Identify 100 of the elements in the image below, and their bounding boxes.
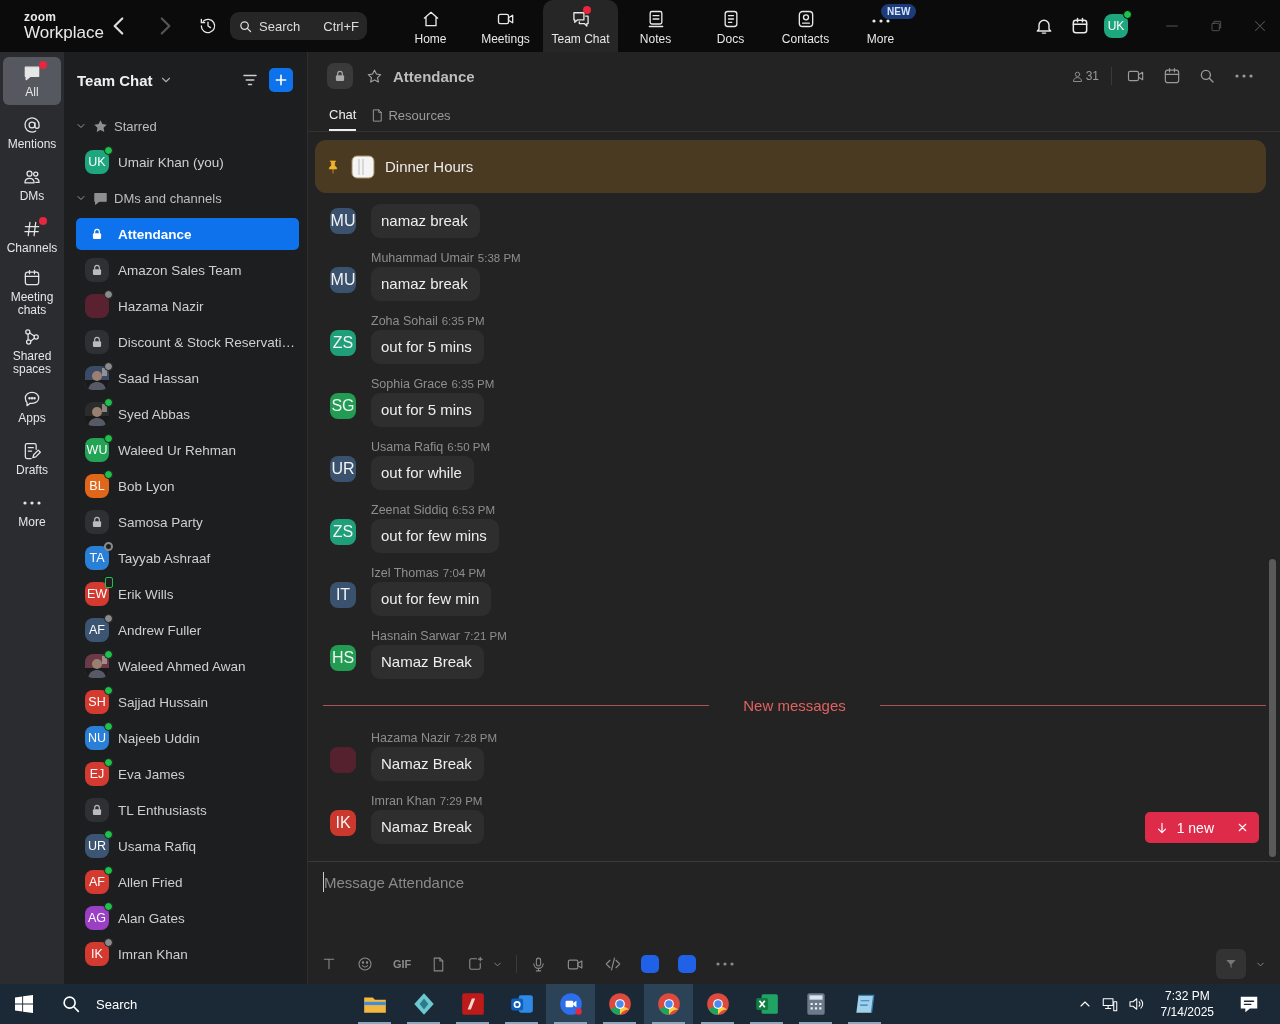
rail-tab[interactable]: All [3, 57, 61, 105]
send-button[interactable] [1216, 949, 1246, 979]
gif-button[interactable]: GIF [393, 958, 412, 970]
spreadsheet-icon[interactable] [753, 991, 780, 1017]
chat-list-item[interactable]: UK Umair Khan (you) [76, 146, 299, 178]
sender-name[interactable]: Hasnain Sarwar [371, 629, 460, 643]
pinned-message[interactable]: Dinner Hours [385, 158, 474, 175]
chat-list-item[interactable]: AF Allen Fried [76, 866, 299, 898]
message-bubble: out for few mins [371, 519, 499, 553]
more-icon[interactable] [715, 962, 736, 966]
sender-name[interactable]: Izel Thomas [371, 566, 439, 580]
section-header[interactable]: Starred [114, 118, 157, 134]
rail-tab[interactable]: Meeting chats [3, 265, 61, 320]
avatar[interactable]: MU [330, 267, 356, 293]
chat-list-item[interactable]: TA Tayyab Ashraaf [76, 542, 299, 574]
member-count[interactable]: 31 [1070, 67, 1112, 85]
chat-list-item[interactable]: EJ Eva James [76, 758, 299, 790]
rail-tab[interactable]: DMs [3, 161, 61, 209]
nav-tab[interactable]: Notes [618, 0, 693, 52]
video-app-icon[interactable] [557, 991, 584, 1017]
browser-icon[interactable] [606, 991, 633, 1017]
avatar[interactable]: IT [330, 582, 356, 608]
sender-name[interactable]: Imran Khan [371, 794, 436, 808]
nav-tab[interactable]: Home [393, 0, 468, 52]
chat-list-item[interactable]: Amazon Sales Team [76, 254, 299, 286]
chat-list-item[interactable]: Saad Hassan [76, 362, 299, 394]
calendar-icon[interactable] [1070, 16, 1090, 36]
more-icon[interactable] [1234, 74, 1254, 78]
calendar-icon[interactable] [1162, 66, 1182, 86]
chat-list-item[interactable]: AF Andrew Fuller [76, 614, 299, 646]
sender-name[interactable]: Usama Rafiq [371, 440, 444, 454]
taskbar-search[interactable]: Search [48, 984, 338, 1024]
channel-title: Attendance [393, 67, 475, 85]
chat-list-item[interactable]: TL Enthusiasts [76, 794, 299, 826]
chat-tab[interactable]: Chat [329, 100, 357, 131]
chat-list-item[interactable]: UR Usama Rafiq [76, 830, 299, 862]
plus-icon [273, 72, 289, 88]
volume-icon[interactable] [1126, 995, 1145, 1013]
search-field[interactable]: Search Ctrl+F [230, 12, 367, 40]
nav-tab[interactable]: NEW More [843, 0, 918, 52]
message-input[interactable]: Message Attendance [323, 872, 924, 892]
rail-tab[interactable]: Drafts [3, 435, 61, 483]
history-icon[interactable] [198, 16, 218, 36]
nav-tab[interactable]: Meetings [468, 0, 543, 52]
sender-name[interactable]: Zoha Sohail [371, 314, 438, 328]
windows-start-button[interactable] [15, 995, 33, 1013]
rail-tab[interactable]: Shared spaces [3, 324, 61, 379]
network-icon[interactable] [1100, 995, 1119, 1013]
star-icon[interactable] [366, 67, 383, 85]
rail-tab[interactable]: Channels [3, 213, 61, 261]
rail-tab[interactable]: More [3, 487, 61, 535]
new-chat-button[interactable] [269, 68, 293, 92]
chat-list-item[interactable]: WU Waleed Ur Rehman [76, 434, 299, 466]
close-icon[interactable] [1236, 821, 1249, 834]
search-icon [60, 993, 82, 1015]
at-sign-icon [22, 115, 42, 135]
nav-tab[interactable]: Contacts [768, 0, 843, 52]
section-header[interactable]: DMs and channels [114, 190, 222, 206]
chat-list-item[interactable]: SH Sajjad Hussain [76, 686, 299, 718]
browser-icon[interactable] [704, 991, 731, 1017]
nav-tab[interactable]: Docs [693, 0, 768, 52]
chat-list-item[interactable]: Discount & Stock Reservati… [76, 326, 299, 358]
code-snippet-icon[interactable] [604, 955, 623, 973]
chat-list-item[interactable]: BL Bob Lyon [76, 470, 299, 502]
chat-list-item[interactable]: Attendance [76, 218, 299, 250]
emoji-icon[interactable] [356, 955, 374, 973]
sender-name[interactable]: Muhammad Umair [371, 251, 474, 265]
chat-list-item[interactable]: NU Najeeb Uddin [76, 722, 299, 754]
message-bubble: Namaz Break [371, 810, 484, 844]
search-icon[interactable] [1198, 67, 1216, 85]
sidebar-title[interactable]: Team Chat [77, 71, 153, 89]
screenshot-icon[interactable] [466, 955, 485, 973]
text-format-icon[interactable] [321, 956, 337, 972]
sender-name[interactable]: Zeenat Siddiq [371, 503, 449, 517]
sender-name[interactable]: Hazama Nazir [371, 731, 451, 745]
nav-tab[interactable]: Team Chat [543, 0, 618, 52]
chat-tab[interactable]: Resources [370, 100, 451, 131]
chat-list-item[interactable]: EW Erik Wills [76, 578, 299, 610]
app-icon[interactable] [459, 991, 486, 1017]
chat-icon [570, 9, 591, 29]
new-message-jump-button[interactable]: 1 new [1144, 812, 1259, 843]
chat-list-item[interactable]: Waleed Ahmed Awan [76, 650, 299, 682]
chat-list-item[interactable]: Hazama Nazir [76, 290, 299, 322]
chat-list-item[interactable]: AG Alan Gates [76, 902, 299, 934]
clock-date[interactable]: 7/14/2025 [1160, 1004, 1214, 1020]
avatar[interactable]: MU [330, 208, 356, 234]
chat-list-item[interactable]: Samosa Party [76, 506, 299, 538]
rail-tab[interactable]: Mentions [3, 109, 61, 157]
chat-list-item[interactable]: Syed Abbas [76, 398, 299, 430]
browser-icon[interactable] [655, 991, 682, 1017]
scrollbar-thumb[interactable] [1269, 559, 1276, 857]
clock-time[interactable]: 7:32 PM [1164, 988, 1210, 1004]
chat-app-icon[interactable] [641, 955, 660, 973]
avatar[interactable]: IK [330, 810, 356, 836]
sender-name[interactable]: Sophia Grace [371, 377, 448, 391]
lock-icon [90, 515, 104, 529]
chat-list-item[interactable]: IK Imran Khan [76, 938, 299, 970]
rail-tab[interactable]: Apps [3, 383, 61, 431]
avatar[interactable]: UR [330, 456, 356, 482]
calendar-icon [22, 268, 42, 288]
